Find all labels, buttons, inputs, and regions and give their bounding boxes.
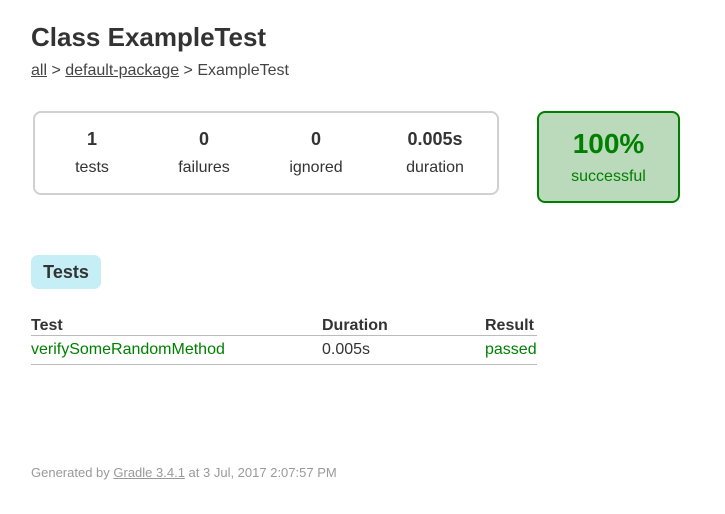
breadcrumb-link-all[interactable]: all	[31, 62, 47, 79]
table-header-row: Test Duration Result	[31, 311, 537, 336]
duration-counter: 0.005s duration	[380, 129, 490, 177]
duration-value: 0.005s	[407, 129, 463, 149]
tests-table: Test Duration Result verifySomeRandomMet…	[31, 311, 537, 365]
test-result-cell: passed	[485, 335, 537, 365]
tests-counter: 1 tests	[37, 129, 147, 177]
failures-label: failures	[178, 159, 230, 176]
ignored-label: ignored	[289, 159, 343, 176]
footer-suffix: at 3 Jul, 2017 2:07:57 PM	[184, 465, 337, 480]
duration-label: duration	[406, 159, 464, 176]
page-title: Class ExampleTest	[31, 22, 267, 52]
footer: Generated by Gradle 3.4.1 at 3 Jul, 2017…	[31, 465, 337, 480]
ignored-counter: 0 ignored	[261, 129, 371, 177]
breadcrumb-separator: >	[47, 62, 66, 79]
column-header-duration: Duration	[322, 311, 485, 336]
column-header-test: Test	[31, 311, 322, 336]
failures-count: 0	[198, 129, 209, 149]
success-rate-box: 100% successful	[537, 111, 680, 203]
summary-box: 1 tests 0 failures 0 ignored 0.005s dura…	[33, 111, 499, 195]
gradle-link[interactable]: Gradle 3.4.1	[113, 465, 185, 480]
breadcrumb-current: ExampleTest	[197, 62, 289, 79]
breadcrumb: all > default-package > ExampleTest	[31, 62, 289, 80]
success-rate-label: successful	[571, 168, 646, 185]
column-header-result: Result	[485, 311, 537, 336]
tests-count: 1	[86, 129, 97, 149]
footer-prefix: Generated by	[31, 465, 114, 480]
tab-tests[interactable]: Tests	[31, 255, 101, 289]
ignored-count: 0	[310, 129, 321, 149]
failures-counter: 0 failures	[149, 129, 259, 177]
table-row: verifySomeRandomMethod 0.005s passed	[31, 335, 537, 365]
success-rate-value: 100%	[572, 128, 645, 159]
tests-label: tests	[75, 159, 109, 176]
breadcrumb-separator: >	[179, 62, 198, 79]
breadcrumb-link-package[interactable]: default-package	[65, 62, 179, 79]
test-name-cell: verifySomeRandomMethod	[31, 335, 322, 365]
test-duration-cell: 0.005s	[322, 335, 485, 365]
